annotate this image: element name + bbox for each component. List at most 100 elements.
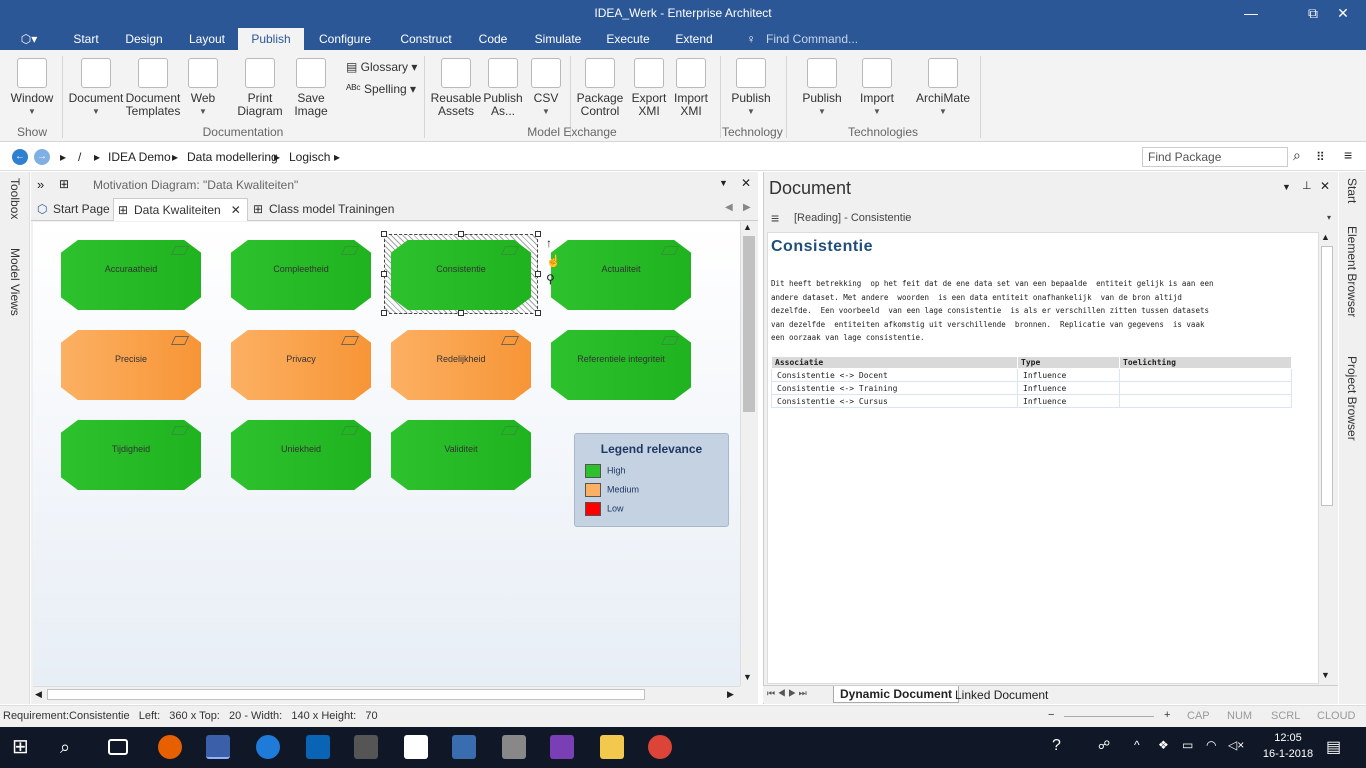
document-button[interactable]: Document ▼	[66, 58, 126, 118]
diagram-vertical-scrollbar[interactable]: ▲ ▼	[740, 222, 756, 686]
publish-technology-button[interactable]: Publish ▼	[798, 58, 846, 118]
volume-icon[interactable]: ◁×	[1228, 738, 1244, 752]
tab-data-kwaliteiten[interactable]: ⊞ Data Kwaliteiten ✕	[113, 198, 248, 221]
tab-simulate[interactable]: Simulate	[528, 28, 588, 50]
firefox-icon[interactable]	[158, 735, 182, 759]
node-privacy[interactable]: Privacy	[231, 330, 371, 400]
tools-icon[interactable]	[502, 735, 526, 759]
pin-icon[interactable]: ⊥	[1302, 179, 1312, 192]
tab-layout[interactable]: Layout	[182, 28, 232, 50]
resize-handle[interactable]	[535, 310, 541, 316]
scroll-thumb[interactable]	[743, 236, 755, 412]
node-tijdigheid[interactable]: Tijdigheid	[61, 420, 201, 490]
import-xmi-button[interactable]: Import XMI	[670, 58, 712, 118]
scroll-down-icon[interactable]: ▼	[743, 672, 752, 682]
csv-button[interactable]: CSV ▼	[530, 58, 562, 118]
scroll-thumb[interactable]	[1321, 246, 1333, 506]
scroll-left-icon[interactable]: ◀	[725, 202, 733, 213]
diagram-canvas[interactable]: Accuraatheid Compleetheid Consistentie A…	[33, 222, 740, 686]
window-button[interactable]: Window ▼	[6, 58, 58, 118]
node-accuraatheid[interactable]: Accuraatheid	[61, 240, 201, 310]
task-view-icon[interactable]	[108, 739, 128, 755]
tab-start[interactable]: Start	[66, 28, 106, 50]
tab-code[interactable]: Code	[470, 28, 516, 50]
reusable-assets-button[interactable]: Reusable Assets	[428, 58, 484, 118]
close-tab-icon[interactable]: ✕	[231, 203, 241, 217]
node-compleetheid[interactable]: Compleetheid	[231, 240, 371, 310]
grid-icon[interactable]: ⠿	[1316, 150, 1325, 164]
breadcrumb-logisch[interactable]: Logisch	[289, 150, 330, 164]
calendar-icon[interactable]	[404, 735, 428, 759]
hamburger-icon[interactable]: ≡	[771, 210, 779, 226]
clock-date[interactable]: 16-1-2018	[1258, 748, 1318, 760]
export-xmi-button[interactable]: Export XMI	[628, 58, 670, 118]
minimize-button[interactable]: —	[1228, 0, 1274, 28]
help-icon[interactable]: ?	[1052, 737, 1061, 755]
tab-execute[interactable]: Execute	[600, 28, 656, 50]
node-referentiele-integriteit[interactable]: Referentiele integriteit	[551, 330, 691, 400]
breadcrumb-root[interactable]: /	[78, 150, 81, 164]
zoom-out-button[interactable]: −	[1048, 709, 1054, 721]
resize-handle[interactable]	[381, 310, 387, 316]
scroll-down-icon[interactable]: ▼	[1321, 670, 1330, 680]
tab-configure[interactable]: Configure	[310, 28, 380, 50]
model-views-tab[interactable]: Model Views	[8, 248, 22, 316]
close-icon[interactable]: ✕	[741, 176, 751, 190]
file-explorer-icon[interactable]	[600, 735, 624, 759]
close-icon[interactable]: ✕	[1320, 179, 1330, 193]
archimate-button[interactable]: ArchiMate ▼	[912, 58, 974, 118]
search-icon[interactable]: ⌕	[1293, 147, 1301, 164]
resize-handle[interactable]	[458, 310, 464, 316]
print-diagram-button[interactable]: Print Diagram	[230, 58, 290, 118]
quicklinker-icons[interactable]: ↑ ☝ ⚲	[546, 234, 561, 288]
dropdown-icon[interactable]: ▾	[1327, 213, 1331, 222]
scroll-left-icon[interactable]: ◀	[35, 689, 42, 700]
tab-extend[interactable]: Extend	[668, 28, 720, 50]
notifications-icon[interactable]: ▤	[1326, 737, 1341, 757]
scroll-right-icon[interactable]: ▶	[743, 202, 751, 213]
web-button[interactable]: Web ▼	[184, 58, 222, 118]
tab-class-model-trainingen[interactable]: ⊞ Class model Trainingen	[249, 198, 400, 221]
scroll-right-icon[interactable]: ▶	[727, 689, 734, 700]
project-browser-tab[interactable]: Project Browser	[1345, 356, 1359, 441]
diagram-horizontal-scrollbar[interactable]: ◀ ▶	[33, 686, 740, 702]
package-control-button[interactable]: Package Control	[574, 58, 626, 118]
document-templates-button[interactable]: Document Templates	[124, 58, 182, 118]
menu-icon[interactable]: ≡	[1344, 147, 1352, 163]
scroll-up-icon[interactable]: ▲	[743, 222, 752, 232]
breadcrumb-idea-demo[interactable]: IDEA Demo	[108, 150, 171, 164]
technology-publish-button[interactable]: Publish ▼	[726, 58, 776, 118]
find-command-input[interactable]: Find Command...	[766, 28, 866, 50]
scroll-up-icon[interactable]: ▲	[1321, 232, 1330, 242]
windows-start-icon[interactable]: ⊞	[12, 735, 36, 759]
tab-linked-document[interactable]: Linked Document	[949, 687, 1054, 703]
first-page-icon[interactable]: ⏮ ◀ ▶ ⏭	[767, 688, 807, 699]
save-image-button[interactable]: Save Image	[286, 58, 336, 118]
start-tab[interactable]: Start	[1345, 178, 1359, 203]
glossary-button[interactable]: ▤ Glossary ▾	[346, 58, 417, 76]
edge-icon[interactable]	[256, 735, 280, 759]
dropbox-icon[interactable]: ❖	[1158, 738, 1169, 752]
enterprise-architect-icon[interactable]	[206, 735, 230, 759]
breadcrumb-data-modellering[interactable]: Data modellering	[187, 150, 278, 164]
document-page[interactable]: Consistentie Dit heeft betrekking op het…	[767, 232, 1319, 684]
resize-handle[interactable]	[381, 231, 387, 237]
find-package-input[interactable]: Find Package	[1142, 147, 1288, 167]
node-actualiteit[interactable]: Actualiteit	[551, 240, 691, 310]
people-icon[interactable]: ☍	[1098, 738, 1110, 752]
battery-icon[interactable]: ▭	[1182, 738, 1193, 752]
dropdown-icon[interactable]: ▼	[719, 178, 728, 188]
search-icon[interactable]: ⌕	[60, 735, 84, 759]
node-precisie[interactable]: Precisie	[61, 330, 201, 400]
spelling-button[interactable]: ᴬᴮᶜ Spelling ▾	[346, 80, 416, 98]
outlook-icon[interactable]	[306, 735, 330, 759]
scroll-thumb[interactable]	[47, 689, 645, 700]
import-technology-button[interactable]: Import ▼	[854, 58, 900, 118]
resize-handle[interactable]	[535, 271, 541, 277]
tab-publish[interactable]: Publish	[238, 28, 304, 50]
zoom-in-button[interactable]: +	[1164, 709, 1170, 721]
chevron-up-icon[interactable]: ^	[1134, 738, 1140, 752]
app-icon[interactable]	[452, 735, 476, 759]
store-icon[interactable]	[354, 735, 378, 759]
wifi-icon[interactable]: ◠	[1206, 738, 1216, 752]
